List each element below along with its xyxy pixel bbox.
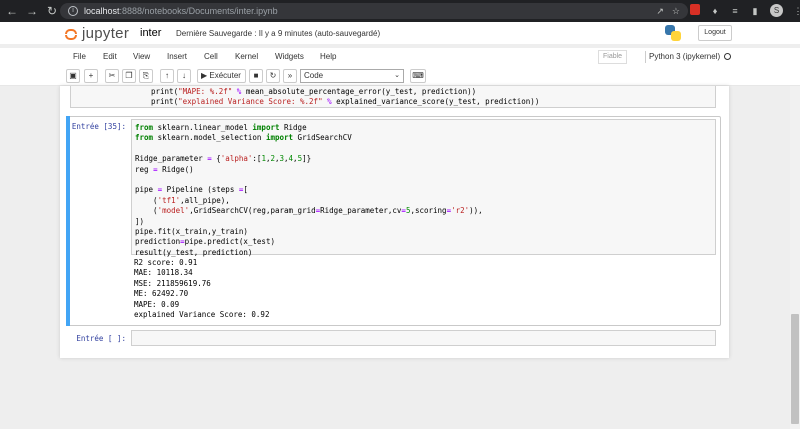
code-line: prediction=pipe.predict(x_test)	[135, 237, 275, 247]
play-icon: ▶	[201, 71, 208, 80]
previous-cell-code: print("MAPE: %.2f" % mean_absolute_perce…	[151, 87, 539, 107]
address-bar[interactable]: i localhost:8888/notebooks/Documents/int…	[60, 3, 688, 19]
url-path: :8888/notebooks/Documents/inter.ipynb	[119, 6, 278, 16]
logo-text: jupyter	[82, 25, 130, 42]
forward-icon[interactable]: →	[24, 3, 40, 19]
browser-toolbar: ← → ↻ i localhost:8888/notebooks/Documen…	[0, 0, 800, 22]
reload-icon[interactable]: ↻	[44, 3, 60, 19]
extension-shield-icon[interactable]	[690, 4, 700, 15]
output-line: MAE: 10118.34	[134, 268, 193, 278]
jupyter-logo[interactable]: jupyter	[64, 25, 129, 42]
code-line: Ridge_parameter = {'alpha':[1,2,3,4,5]}	[135, 154, 312, 164]
side-panel-icon[interactable]: ▮	[750, 4, 760, 18]
menu-cell[interactable]: Cell	[204, 52, 218, 61]
python-logo-icon	[665, 25, 681, 41]
menu-edit[interactable]: Edit	[103, 52, 117, 61]
back-icon[interactable]: ←	[4, 3, 20, 19]
output-line: MSE: 211859619.76	[134, 278, 211, 288]
output-line: R2 score: 0.91	[134, 258, 198, 267]
notebook-name[interactable]: inter	[140, 27, 161, 39]
output-lines: R2 score: 0.91 MAE: 10118.34 MSE: 21185961…	[134, 258, 269, 320]
stop-icon[interactable]: ■	[249, 69, 263, 83]
menu-bar: File Edit View Insert Cell Kernel Widget…	[0, 48, 800, 66]
code-line: result(y_test, prediction)	[135, 247, 253, 257]
prev-code-line-0: print("MAPE: %.2f" % mean_absolute_perce…	[151, 87, 477, 96]
scrollbar-thumb[interactable]	[791, 314, 799, 424]
profile-avatar[interactable]: S	[770, 4, 783, 17]
code-line: pipe = Pipeline (steps =[	[135, 185, 248, 195]
selected-cell-indicator	[66, 116, 70, 326]
browser-menu-icon[interactable]: ⋮	[793, 4, 800, 18]
jupyter-logo-icon	[64, 27, 78, 41]
output-line: explained Variance Score: 0.92	[134, 309, 270, 319]
code-line: ])	[135, 216, 145, 226]
prev-code-line: print("explained Variance Score: %.2f" %…	[151, 97, 539, 107]
code-editor[interactable]: from sklearn.linear_model import Ridge fr…	[131, 119, 716, 258]
menu-kernel[interactable]: Kernel	[235, 52, 258, 61]
prev-code-line: print("MAPE: %.2f" % mean_absolute_perce…	[151, 87, 539, 97]
code-line: pipe.fit(x_train,y_train)	[135, 226, 248, 236]
code-line: from sklearn.linear_model import Ridge	[135, 123, 307, 132]
url-host: localhost	[84, 6, 120, 16]
move-up-icon[interactable]: ↑	[160, 69, 174, 83]
command-palette-icon[interactable]: ⌨	[410, 69, 426, 83]
code-line: ('model',GridSearchCV(reg,param_grid=Rid…	[135, 206, 483, 216]
run-button-label: Exécuter	[209, 71, 241, 80]
cell-type-select[interactable]: Code ⌄	[300, 69, 404, 83]
code-lines: from sklearn.linear_model import Ridge fr…	[135, 123, 483, 258]
kernel-name: Python 3 (ipykernel)	[649, 52, 721, 61]
insert-cell-icon[interactable]: +	[84, 69, 98, 83]
menu-insert[interactable]: Insert	[167, 52, 187, 61]
save-status: Dernière Sauvegarde : Il y a 9 minutes (…	[176, 29, 381, 38]
url-text: localhost:8888/notebooks/Documents/inter…	[84, 6, 278, 16]
copy-icon[interactable]: ❐	[122, 69, 136, 83]
reading-list-icon[interactable]: ≡	[730, 4, 740, 18]
code-line: ('tf1',all_pipe),	[135, 195, 230, 205]
trusted-indicator[interactable]: Fiable	[598, 50, 628, 64]
page-scrollbar[interactable]	[790, 86, 800, 429]
chevron-down-icon: ⌄	[394, 72, 400, 79]
share-icon[interactable]: ↗	[656, 5, 664, 17]
extension-puzzle-icon[interactable]: ♦	[710, 4, 720, 18]
restart-icon[interactable]: ↻	[266, 69, 280, 83]
logout-button[interactable]: Logout	[698, 25, 732, 41]
paste-icon[interactable]: ⎘	[139, 69, 153, 83]
input-prompt: Entrée [35]:	[71, 122, 126, 131]
code-line: from sklearn.model_selection import Grid…	[135, 133, 352, 143]
prev-code-line-1: print("explained Variance Score: %.2f" %…	[151, 97, 540, 107]
cell-type-value: Code	[304, 71, 324, 80]
menu-view[interactable]: View	[133, 52, 150, 61]
previous-cell-input[interactable]: print("MAPE: %.2f" % mean_absolute_perce…	[70, 86, 716, 108]
jupyter-header: jupyter inter Dernière Sauvegarde : Il y…	[0, 22, 800, 44]
move-down-icon[interactable]: ↓	[177, 69, 191, 83]
save-icon[interactable]: ▣	[66, 69, 80, 83]
output-line: MAPE: 0.09	[134, 299, 180, 309]
bookmark-star-icon[interactable]: ☆	[672, 5, 680, 17]
run-button[interactable]: ▶ Exécuter	[197, 69, 246, 83]
empty-cell-prompt: Entrée [ ]:	[76, 334, 126, 343]
menu-file[interactable]: File	[73, 52, 86, 61]
menu-widgets[interactable]: Widgets	[275, 52, 304, 61]
menu-help[interactable]: Help	[320, 52, 336, 61]
cut-icon[interactable]: ✂	[105, 69, 119, 83]
kernel-divider	[645, 51, 646, 63]
notebook-toolbar: ▣ + ✂ ❐ ⎘ ↑ ↓ ▶ Exécuter ■ ↻ » Code ⌄ ⌨	[0, 66, 800, 86]
kernel-idle-icon	[724, 53, 731, 60]
fast-forward-icon[interactable]: »	[283, 69, 297, 83]
code-line: reg = Ridge()	[135, 164, 194, 174]
output-line: ME: 62492.70	[134, 289, 189, 299]
empty-cell-editor[interactable]	[131, 330, 716, 346]
site-info-icon[interactable]: i	[68, 6, 78, 16]
